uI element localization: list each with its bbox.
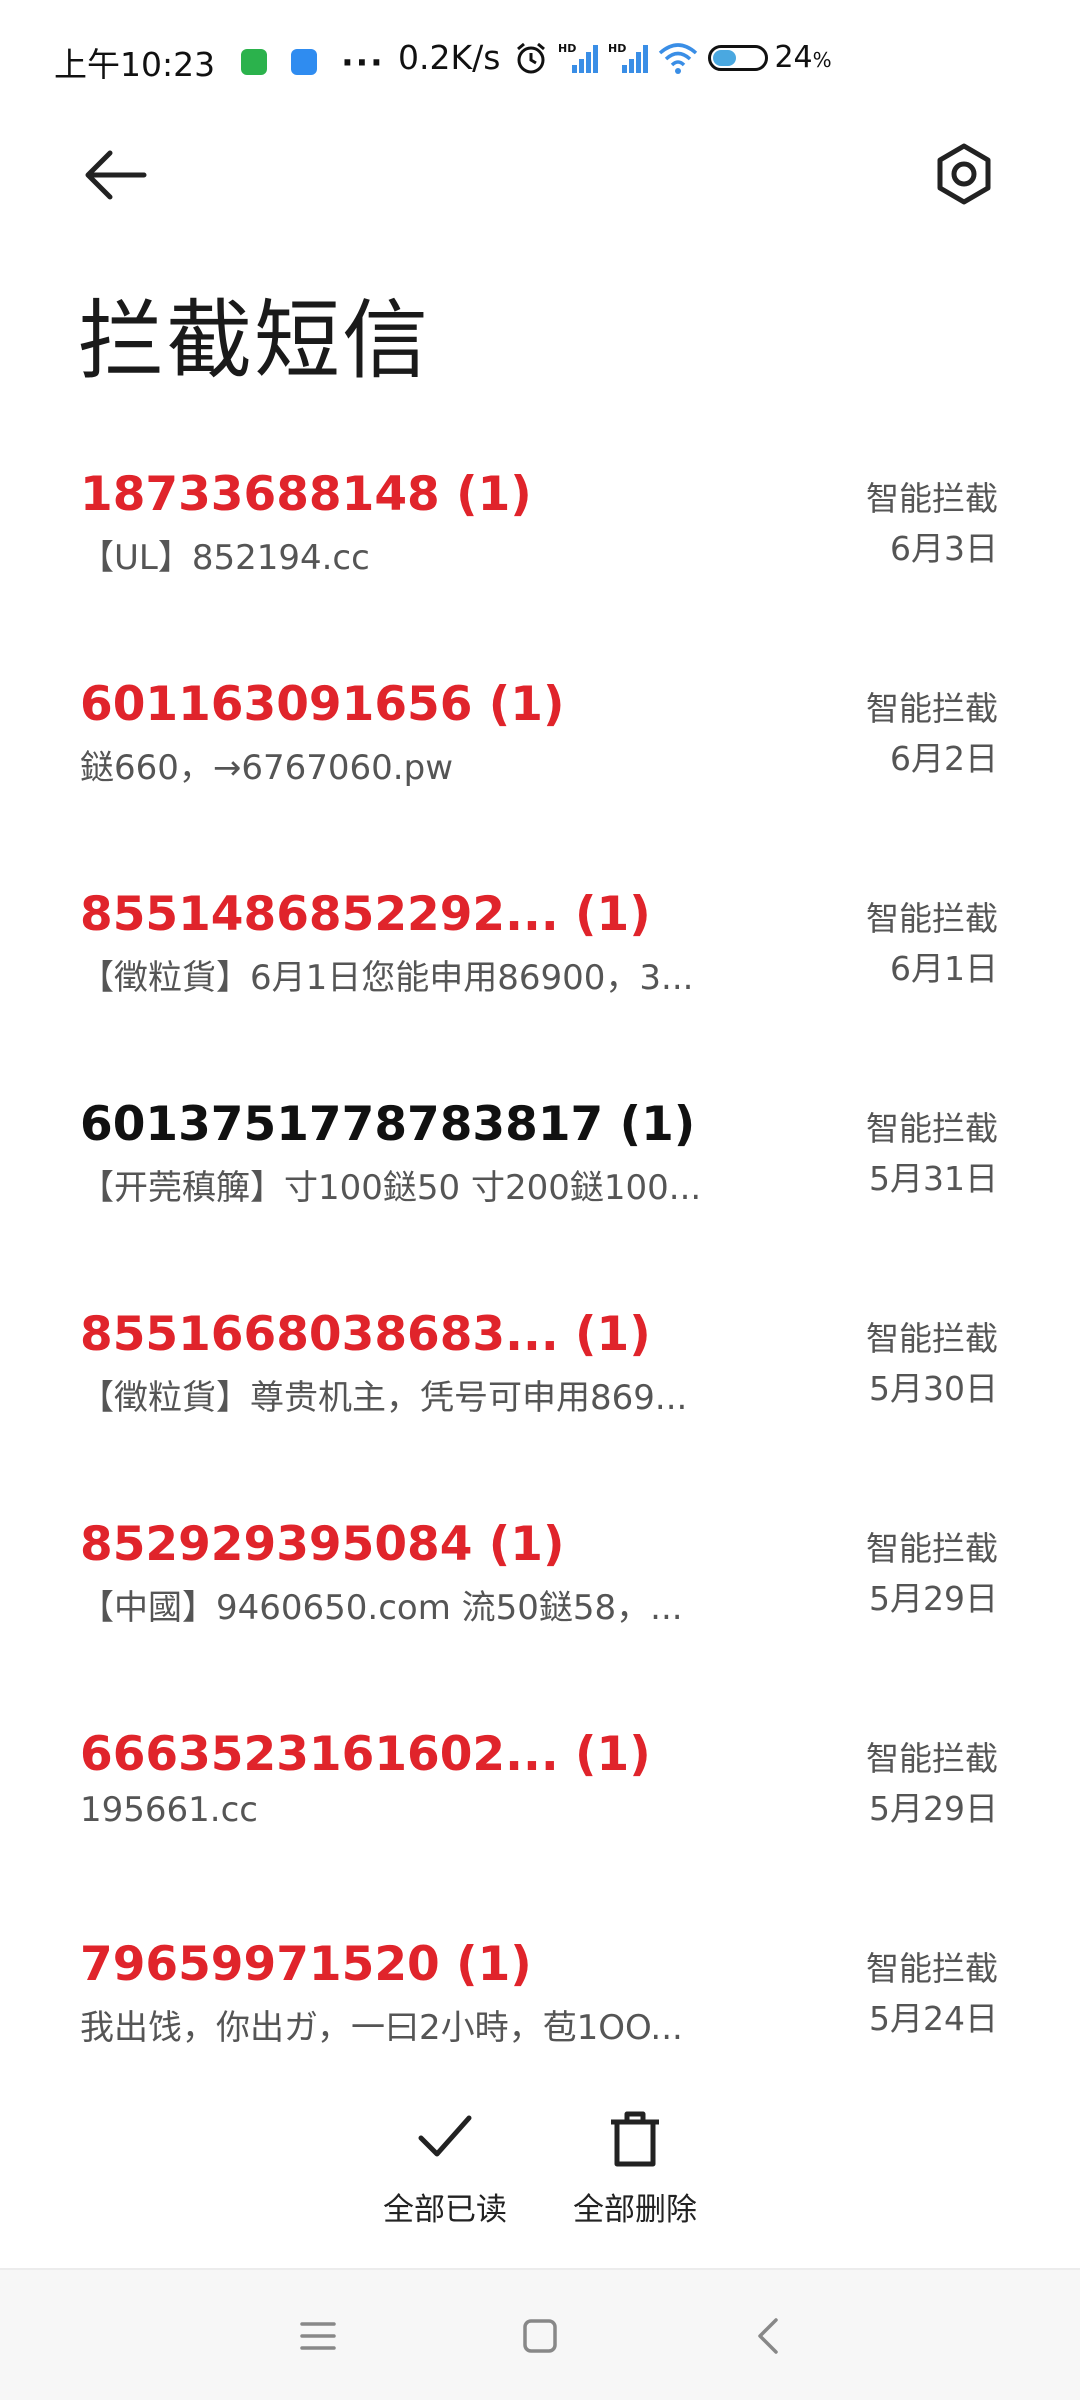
back-button[interactable] (80, 145, 152, 205)
block-reason-tag: 智能拦截 (866, 1949, 998, 1988)
message-sender: 601163091656 (1) (80, 677, 565, 732)
check-icon (418, 2115, 472, 2157)
settings-hex-icon (937, 143, 991, 205)
home-square-icon (523, 2319, 557, 2353)
network-speed: 0.2K/s (398, 38, 501, 77)
message-preview: 【UL】852194.cc (80, 538, 370, 578)
message-item[interactable]: 852929395084 (1) 【中國】9460650.com 流50鎹58，.… (0, 1470, 1080, 1680)
mark-all-read-label: 全部已读 (383, 2192, 507, 2228)
message-sender: 8551486852292... (1) (80, 887, 651, 942)
settings-button[interactable] (932, 142, 996, 206)
message-item[interactable]: 8551486852292... (1) 【徵粒貨】6月1日您能申用86900，3… (0, 840, 1080, 1050)
message-date: 5月29日 (869, 1579, 998, 1618)
status-bar-right: 0.2K/s HD HD 24% (398, 38, 842, 77)
message-preview: 【徵粒貨】尊贵机主，凭号可申用869... (80, 1378, 688, 1418)
bottom-action-bar: 全部已读 全部删除 (0, 2100, 1080, 2240)
message-preview: 【中國】9460650.com 流50鎹58，... (80, 1588, 683, 1628)
block-reason-tag: 智能拦截 (866, 479, 998, 518)
message-item[interactable]: 6663523161602... (1) 195661.cc 智能拦截 5月29日 (0, 1680, 1080, 1890)
message-date: 5月24日 (869, 1999, 998, 2038)
message-notification-icon (291, 49, 318, 75)
signal-hd-1-icon: HD (558, 42, 599, 73)
message-item[interactable]: 79659971520 (1) 我出饯，你出ガ，一曰2小時，苞1OO... 智能拦截… (0, 1890, 1080, 2100)
message-sender: 79659971520 (1) (80, 1937, 532, 1992)
block-reason-tag: 智能拦截 (866, 1529, 998, 1568)
message-item[interactable]: 601163091656 (1) 鎹660，→6767060.pw 智能拦截 6月2日 (0, 630, 1080, 840)
nav-back-button[interactable] (746, 2312, 794, 2360)
message-date: 6月3日 (890, 529, 998, 568)
block-reason-tag: 智能拦截 (866, 1109, 998, 1148)
message-item[interactable]: 8551668038683... (1) 【徵粒貨】尊贵机主，凭号可申用869..… (0, 1260, 1080, 1470)
back-arrow-icon (85, 150, 147, 200)
message-preview: 鎹660，→6767060.pw (80, 748, 454, 788)
message-date: 5月30日 (869, 1369, 998, 1408)
message-date: 6月2日 (890, 739, 998, 778)
message-item[interactable]: 6013751778783817 (1) 【开莞稹簲】寸100鎹50 寸200鎹1… (0, 1050, 1080, 1260)
block-reason-tag: 智能拦截 (866, 1319, 998, 1358)
signal-hd-1-label: HD (558, 42, 576, 55)
message-preview: 【开莞稹簲】寸100鎹50 寸200鎹100... (80, 1168, 700, 1208)
message-preview: 195661.cc (80, 1790, 258, 1830)
nav-recents-button[interactable] (294, 2312, 342, 2360)
delete-all-label: 全部删除 (573, 2192, 697, 2228)
delete-all-button[interactable]: 全部删除 (555, 2108, 715, 2229)
menu-icon (300, 2322, 336, 2350)
message-item[interactable]: 18733688148 (1) 【UL】852194.cc 智能拦截 6月3日 (0, 420, 1080, 630)
nav-home-button[interactable] (516, 2312, 564, 2360)
message-preview: 【徵粒貨】6月1日您能申用86900，3... (80, 958, 694, 998)
system-nav-bar (0, 2270, 1080, 2400)
wechat-notification-icon (241, 49, 268, 75)
status-time: 上午10:23 (54, 45, 216, 84)
block-reason-tag: 智能拦截 (866, 899, 998, 938)
block-reason-tag: 智能拦截 (866, 689, 998, 728)
status-bar-left: 上午10:23 ··· (54, 38, 411, 86)
more-notifications-icon: ··· (341, 42, 385, 82)
block-reason-tag: 智能拦截 (866, 1739, 998, 1778)
trash-icon (611, 2111, 659, 2167)
message-sender: 18733688148 (1) (80, 467, 532, 522)
battery-fill (713, 49, 737, 66)
message-preview: 我出饯，你出ガ，一曰2小時，苞1OO... (80, 2008, 683, 2048)
signal-hd-2-label: HD (608, 42, 626, 55)
message-sender: 852929395084 (1) (80, 1517, 565, 1572)
status-bar: 上午10:23 ··· 0.2K/s HD HD 24% (0, 0, 1080, 130)
mark-all-read-button[interactable]: 全部已读 (370, 2108, 520, 2229)
battery-indicator: 24% (708, 40, 832, 75)
message-sender: 6663523161602... (1) (80, 1727, 651, 1782)
chevron-left-icon (758, 2318, 778, 2354)
message-date: 6月1日 (890, 949, 998, 988)
battery-icon (708, 44, 769, 71)
message-sender: 8551668038683... (1) (80, 1307, 651, 1362)
alarm-icon (517, 42, 546, 73)
page-title: 拦截短信 (78, 291, 430, 391)
message-date: 5月31日 (869, 1159, 998, 1198)
wifi-icon (659, 42, 698, 74)
message-date: 5月29日 (869, 1789, 998, 1828)
battery-percent: 24% (774, 40, 832, 75)
message-sender: 6013751778783817 (1) (80, 1097, 696, 1152)
signal-hd-2-icon: HD (608, 42, 649, 73)
